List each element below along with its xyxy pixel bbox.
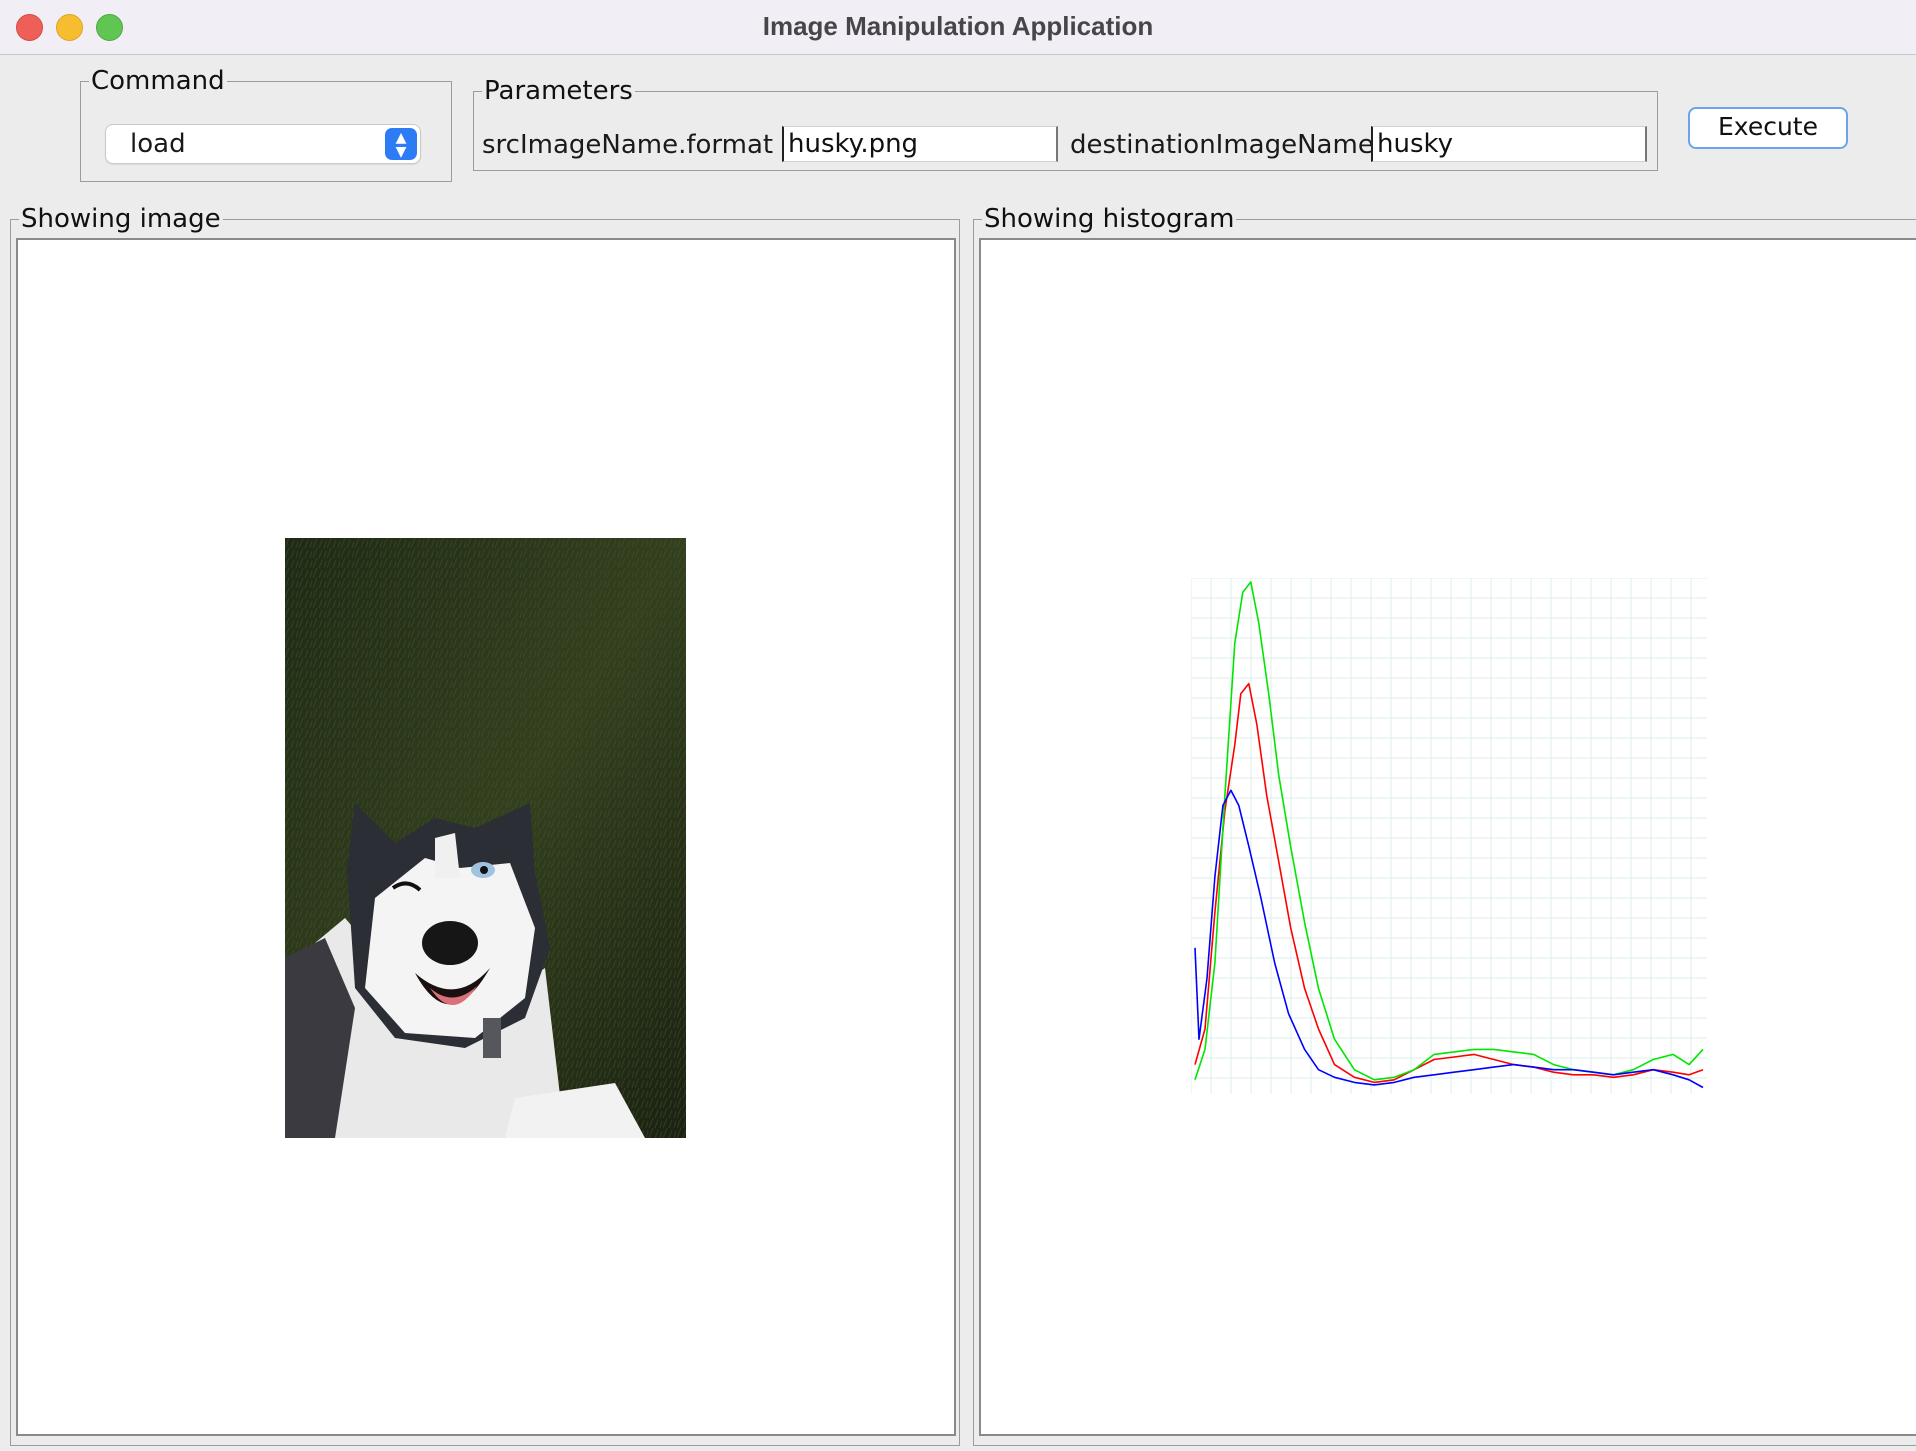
window-title: Image Manipulation Application: [762, 11, 1154, 41]
command-group: Command load ▲ ▼: [80, 68, 452, 182]
dest-image-input[interactable]: [1371, 126, 1647, 162]
title-bar: Image Manipulation Application: [0, 0, 1916, 55]
dest-image-label: destinationImageName: [1070, 130, 1374, 160]
command-legend: Command: [91, 66, 225, 96]
image-panel: [16, 238, 956, 1436]
updown-chevron-icon: ▲ ▼: [385, 128, 417, 160]
command-select[interactable]: load ▲ ▼: [105, 124, 421, 164]
app-window: Image Manipulation Application Command l…: [0, 0, 1916, 1451]
histogram-panel: [979, 238, 1916, 1436]
histogram-grid: [1191, 578, 1707, 1094]
execute-button[interactable]: Execute: [1688, 107, 1848, 149]
husky-photo: [285, 538, 686, 1138]
src-image-input[interactable]: [782, 126, 1058, 162]
rgb-histogram-chart: [1191, 578, 1707, 1094]
parameters-group: Parameters srcImageName.format destinati…: [473, 78, 1658, 171]
parameters-legend: Parameters: [484, 76, 633, 106]
src-image-label: srcImageName.format: [482, 130, 774, 160]
image-legend: Showing image: [21, 204, 221, 234]
histogram-legend: Showing histogram: [984, 204, 1235, 234]
command-selected-value: load: [130, 129, 186, 159]
